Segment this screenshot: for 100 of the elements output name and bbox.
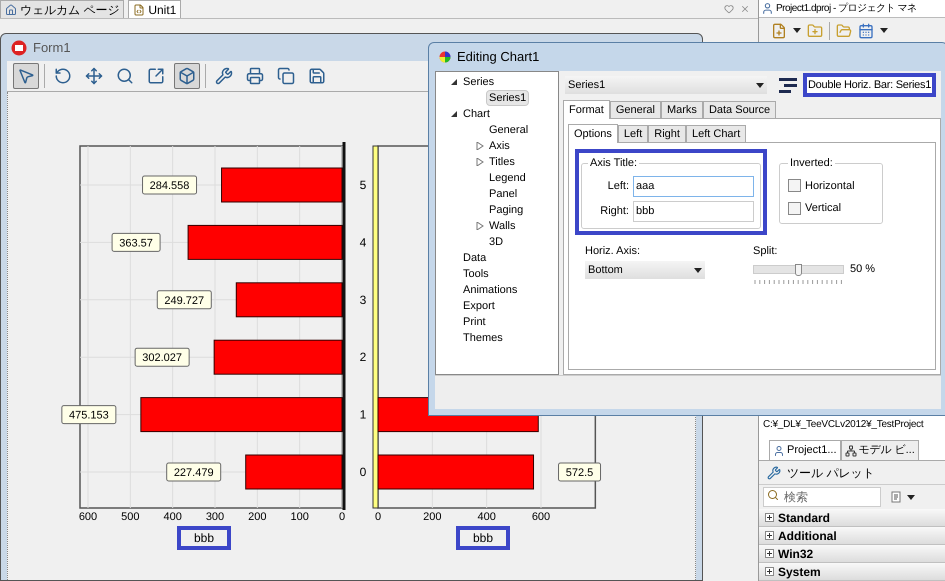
arrow-box-icon	[147, 67, 165, 85]
tree-item[interactable]: Titles	[486, 154, 518, 170]
tree-item[interactable]: Print	[460, 314, 489, 330]
caret-icon	[793, 28, 801, 33]
tab[interactable]: General	[610, 101, 661, 118]
tick-label: 400	[163, 511, 182, 523]
search-icon	[767, 489, 779, 501]
value-label: 363.57	[112, 232, 161, 252]
user-icon	[761, 2, 774, 15]
tick-label: 0	[338, 511, 346, 523]
chart-app-icon	[439, 51, 451, 63]
tree-item[interactable]: General	[486, 122, 532, 138]
toolbar-button[interactable]	[13, 63, 39, 89]
printer-icon	[246, 67, 264, 85]
value-label: 249.727	[156, 290, 212, 310]
tab[interactable]: Left Chart	[686, 125, 746, 142]
tab[interactable]: Left	[618, 125, 648, 142]
tab[interactable]: Options	[568, 124, 618, 143]
tab[interactable]: Unit1	[128, 0, 182, 18]
tick-label: 0	[374, 511, 382, 523]
palette-category[interactable]: System	[759, 563, 945, 581]
caret-icon	[694, 268, 702, 272]
field-label: Horiz. Axis:	[585, 244, 642, 258]
value-label: 475.153	[61, 405, 116, 424]
panel-title: Project1.dproj - プロジェクト マネ	[776, 2, 916, 16]
collapsed-icon[interactable]	[476, 158, 484, 166]
collapsed-icon[interactable]	[476, 142, 484, 150]
tools-icon	[215, 67, 233, 85]
dropdown[interactable]: Series1	[565, 76, 767, 94]
toolbar-button[interactable]	[174, 63, 200, 89]
plus-icon	[765, 549, 774, 558]
house-icon	[5, 4, 17, 16]
value-label: 302.027	[134, 348, 190, 367]
value-label: 572.5	[558, 462, 602, 482]
plus-icon	[765, 531, 774, 540]
caret-icon	[880, 28, 888, 33]
tree-item[interactable]: Walls	[486, 218, 518, 234]
move-icon	[85, 67, 103, 85]
tick-label: 300	[206, 511, 224, 523]
dropdown[interactable]: Bottom	[585, 261, 705, 279]
expanded-icon[interactable]	[450, 110, 458, 118]
tree-item[interactable]: Chart	[460, 106, 493, 122]
tree-item[interactable]: Export	[460, 298, 498, 314]
slider-thumb[interactable]	[794, 264, 802, 276]
search-field[interactable]: 検索	[763, 487, 881, 507]
tree-item[interactable]: Tools	[460, 266, 492, 282]
save-icon	[308, 67, 326, 85]
category-label: 5	[360, 178, 366, 192]
tree-item[interactable]: Panel	[486, 186, 520, 202]
tick-label: 200	[248, 511, 267, 523]
palette-category[interactable]: Standard	[759, 509, 945, 527]
tree-item[interactable]: Animations	[460, 282, 520, 298]
checkbox-label: Horizontal	[805, 178, 855, 194]
plus-icon	[765, 513, 774, 522]
app-icon	[11, 40, 27, 56]
field-label: Left:	[608, 178, 629, 194]
tree-item[interactable]: Themes	[460, 330, 506, 346]
file-icon	[133, 4, 146, 16]
tree-item[interactable]: Legend	[486, 170, 529, 186]
tab[interactable]: モデル ビ...	[840, 440, 919, 460]
tab[interactable]: ウェルカム ページ	[0, 0, 124, 18]
category-label: 0	[360, 465, 366, 479]
palette-category[interactable]: Win32	[759, 545, 945, 563]
zoom-icon	[116, 67, 134, 85]
tab[interactable]: Project1...	[769, 440, 841, 460]
tree-item[interactable]: 3D	[486, 234, 506, 250]
expanded-icon[interactable]	[450, 78, 458, 86]
palette-category[interactable]: Additional	[759, 527, 945, 545]
tree-item[interactable]: Data	[460, 250, 490, 266]
input-field[interactable]: bbb	[633, 200, 754, 222]
tree-item[interactable]: Series	[460, 74, 498, 90]
window-title: Form1	[33, 38, 71, 57]
network-icon	[844, 444, 857, 456]
tick-label: 500	[121, 511, 140, 523]
tree-item[interactable]: Paging	[486, 202, 526, 218]
pointer-icon	[17, 67, 35, 85]
field-label: Right:	[600, 204, 629, 219]
axis-title: bbb	[176, 526, 232, 550]
field-label: Split:	[753, 244, 778, 258]
input-field[interactable]: aaa	[633, 176, 754, 196]
caret-icon	[756, 82, 764, 88]
list-icon[interactable]	[891, 491, 903, 503]
tick-label: 100	[290, 511, 309, 523]
panel-title: ツール パレット	[787, 464, 874, 482]
tools-icon	[767, 466, 781, 480]
tab[interactable]: Data Source	[702, 101, 776, 118]
close-icon[interactable]	[740, 4, 750, 14]
cube-icon	[178, 67, 196, 85]
heart-icon[interactable]	[724, 4, 734, 14]
tab[interactable]: Marks	[660, 101, 703, 118]
tab[interactable]: Format	[563, 100, 610, 119]
checkbox[interactable]	[788, 202, 801, 215]
bar-series-icon	[779, 78, 797, 92]
tree-item[interactable]: Axis	[486, 138, 513, 154]
new-file-icon[interactable]	[771, 22, 787, 38]
tab[interactable]: Right	[648, 125, 686, 142]
checkbox[interactable]	[788, 179, 801, 192]
collapsed-icon[interactable]	[476, 222, 484, 230]
tree-item[interactable]: Series1	[486, 90, 530, 106]
calendar-icon[interactable]	[858, 22, 874, 38]
